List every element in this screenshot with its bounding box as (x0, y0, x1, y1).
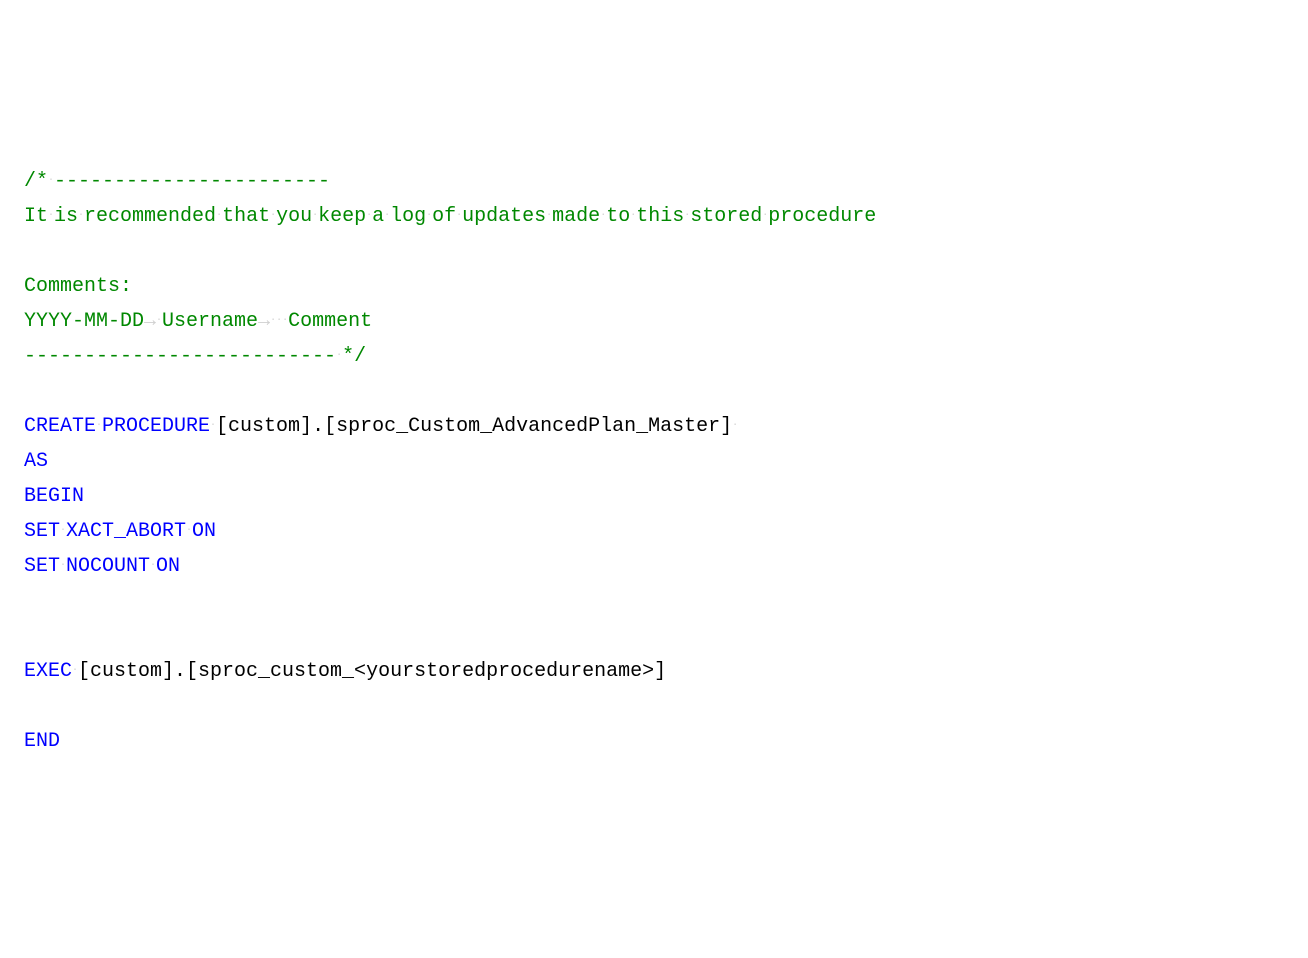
comment-text: of (432, 205, 456, 228)
comment-text: a (372, 205, 384, 228)
comment-text: YYYY-MM-DD (24, 310, 144, 333)
comment-text: -------------------------- (24, 345, 336, 368)
code-line-17: END (24, 724, 1284, 759)
code-line-7 (24, 374, 1284, 409)
comment-text: that (222, 205, 270, 228)
comment-text: Username (162, 310, 258, 333)
comment-text: updates (462, 205, 546, 228)
identifier-text: [custom].[sproc_Custom_AdvancedPlan_Mast… (216, 415, 732, 438)
identifier-text: [custom].[sproc_custom_<yourstoredproced… (78, 660, 666, 683)
keyword-xact-abort: XACT_ABORT (66, 520, 186, 543)
comment-text: procedure (768, 205, 876, 228)
code-line-8: CREATE·PROCEDURE·[custom].[sproc_Custom_… (24, 409, 1284, 444)
comment-text: is (54, 205, 78, 228)
code-line-11: SET·XACT_ABORT·ON (24, 514, 1284, 549)
code-line-9: AS (24, 444, 1284, 479)
keyword-on: ON (156, 555, 180, 578)
keyword-set: SET (24, 555, 60, 578)
keyword-set: SET (24, 520, 60, 543)
comment-text: /* (24, 170, 48, 193)
code-line-10: BEGIN (24, 479, 1284, 514)
code-line-3 (24, 234, 1284, 269)
keyword-on: ON (192, 520, 216, 543)
comment-text: log (390, 205, 426, 228)
code-line-1: /*·----------------------- (24, 164, 1284, 199)
whitespace-dot: · (732, 417, 738, 435)
tab-arrow: → (258, 304, 270, 339)
code-line-16 (24, 689, 1284, 724)
keyword-procedure: PROCEDURE (102, 415, 210, 438)
tab-arrow: → (144, 304, 156, 339)
code-line-2: It·is·recommended·that·you·keep·a·log·of… (24, 199, 1284, 234)
comment-text: keep (318, 205, 366, 228)
keyword-create: CREATE (24, 415, 96, 438)
code-line-15: EXEC·[custom].[sproc_custom_<yourstoredp… (24, 654, 1284, 689)
comment-text: Comments: (24, 275, 132, 298)
comment-text: made (552, 205, 600, 228)
code-line-6: --------------------------·*/ (24, 339, 1284, 374)
code-line-4: Comments: (24, 269, 1284, 304)
comment-text: recommended (84, 205, 216, 228)
comment-text: */ (342, 345, 366, 368)
keyword-as: AS (24, 450, 48, 473)
comment-text: ----------------------- (54, 170, 330, 193)
comment-text: Comment (288, 310, 372, 333)
code-line-14 (24, 619, 1284, 654)
comment-text: stored (690, 205, 762, 228)
comment-text: this (636, 205, 684, 228)
code-line-12: SET·NOCOUNT·ON (24, 549, 1284, 584)
sql-code-block: /*·-----------------------It·is·recommen… (24, 164, 1284, 759)
comment-text: It (24, 205, 48, 228)
comment-text: you (276, 205, 312, 228)
keyword-nocount: NOCOUNT (66, 555, 150, 578)
keyword-exec: EXEC (24, 660, 72, 683)
keyword-end: END (24, 730, 60, 753)
comment-text: to (606, 205, 630, 228)
keyword-begin: BEGIN (24, 485, 84, 508)
code-line-5: YYYY-MM-DD→·Username→···Comment (24, 304, 1284, 339)
code-line-13 (24, 584, 1284, 619)
